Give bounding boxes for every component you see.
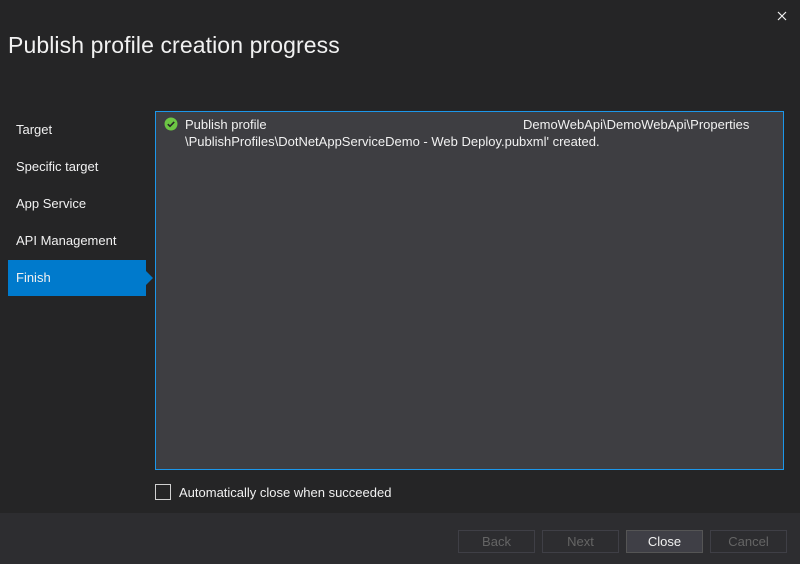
status-message: Publish profile	[164, 117, 267, 132]
auto-close-option[interactable]: Automatically close when succeeded	[155, 484, 391, 500]
wizard-nav: Target Specific target App Service API M…	[8, 112, 154, 297]
nav-item-app-service[interactable]: App Service	[8, 186, 154, 222]
cancel-button[interactable]: Cancel	[710, 530, 787, 553]
nav-item-target[interactable]: Target	[8, 112, 154, 148]
auto-close-label: Automatically close when succeeded	[179, 484, 392, 500]
status-message-line2: \PublishProfiles\DotNetAppServiceDemo - …	[185, 134, 600, 149]
close-icon[interactable]	[772, 6, 792, 26]
auto-close-checkbox[interactable]	[155, 484, 171, 500]
status-message-path: DemoWebApi\DemoWebApi\Properties	[523, 117, 750, 132]
dialog-footer: Back Next Close Cancel	[0, 513, 800, 564]
back-button[interactable]: Back	[458, 530, 535, 553]
status-message-line1: Publish profile	[185, 117, 267, 132]
nav-item-finish[interactable]: Finish	[8, 260, 153, 296]
nav-item-specific-target[interactable]: Specific target	[8, 149, 154, 185]
progress-output-panel[interactable]: Publish profile DemoWebApi\DemoWebApi\Pr…	[155, 111, 784, 470]
next-button[interactable]: Next	[542, 530, 619, 553]
close-button[interactable]: Close	[626, 530, 703, 553]
check-circle-icon	[164, 117, 178, 131]
nav-item-api-management[interactable]: API Management	[8, 223, 154, 259]
publish-dialog: Publish profile creation progress Target…	[0, 0, 800, 564]
dialog-title: Publish profile creation progress	[8, 32, 340, 58]
